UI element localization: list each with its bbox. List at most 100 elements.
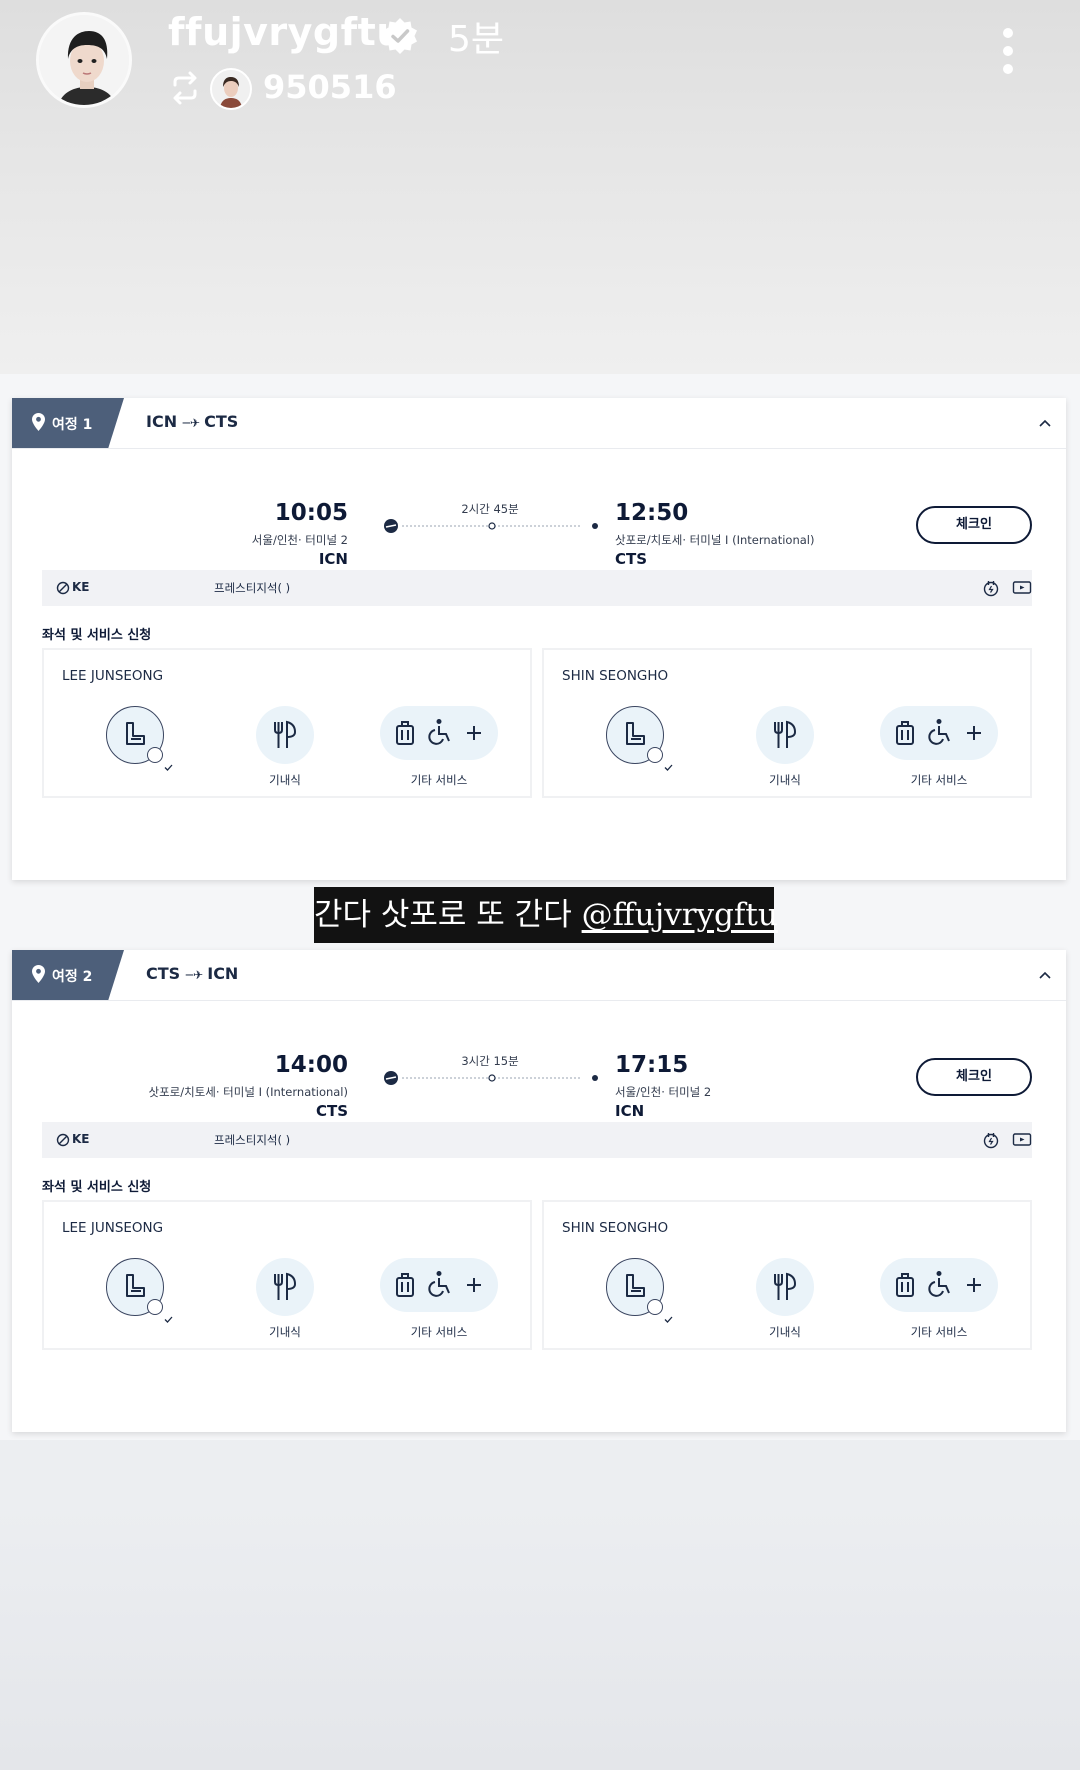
plus-icon bbox=[967, 726, 981, 740]
other-services-label: 기타 서비스 bbox=[910, 1325, 968, 1339]
airline-logo-icon bbox=[56, 581, 70, 595]
leg-tab: 여정 2 bbox=[12, 950, 124, 1000]
departure-code: CTS bbox=[315, 1102, 348, 1120]
meal-label: 기내식 bbox=[269, 773, 301, 787]
leg-label: 여정 1 bbox=[52, 417, 93, 433]
seat-service-title: 좌석 및 서비스 신청 bbox=[42, 1180, 152, 1195]
checkin-button[interactable]: 체크인 bbox=[916, 1058, 1032, 1096]
location-pin-icon bbox=[32, 413, 45, 431]
flight-card-leg-2: 여정 2 CTS ─✈ ICN 14:00 삿포로/치토세· 터미널 I (In… bbox=[12, 950, 1066, 1432]
departure-terminal: 삿포로/치토세· 터미널 I (International) bbox=[148, 1085, 348, 1099]
luggage-icon bbox=[896, 1273, 914, 1297]
seat-service-title: 좌석 및 서비스 신청 bbox=[42, 628, 152, 643]
story-caption: 간다 삿포로 또 간다 @ffujvrygftu bbox=[314, 887, 778, 943]
leg-tab: 여정 1 bbox=[12, 398, 124, 448]
repost-icon bbox=[168, 70, 202, 106]
route: CTS ─✈ ICN bbox=[146, 964, 238, 983]
plus-icon bbox=[967, 1278, 981, 1292]
flight-card-leg-1: 여정 1 ICN ─✈ CTS 10:05 서울/인천· 터미널 2 ICN 2… bbox=[12, 398, 1066, 880]
meal-button[interactable] bbox=[756, 1258, 814, 1316]
passenger-name: SHIN SEONGHO bbox=[562, 668, 669, 684]
airline-logo-icon bbox=[56, 1133, 70, 1147]
profile-avatar[interactable] bbox=[36, 12, 132, 108]
seat-icon bbox=[126, 1274, 145, 1297]
passenger-name: SHIN SEONGHO bbox=[562, 1220, 669, 1236]
entertainment-screen-icon bbox=[1012, 1133, 1032, 1146]
location-pin-icon bbox=[32, 965, 45, 983]
route-destination: ICN bbox=[207, 964, 239, 983]
passenger-name: LEE JUNSEONG bbox=[62, 1220, 164, 1236]
fork-knife-icon bbox=[774, 720, 797, 748]
arrival-terminal: 삿포로/치토세· 터미널 I (International) bbox=[615, 533, 815, 547]
verified-badge-icon bbox=[380, 16, 420, 56]
seat-icon bbox=[626, 1274, 645, 1297]
check-circle-icon bbox=[147, 747, 173, 771]
other-services-button[interactable] bbox=[380, 706, 498, 760]
passenger-panel: SHIN SEONGHO 기내식 기타 서비스 bbox=[542, 1200, 1032, 1350]
meal-button[interactable] bbox=[756, 706, 814, 764]
seat-select-button[interactable] bbox=[606, 1258, 673, 1323]
fork-knife-icon bbox=[274, 720, 297, 748]
seat-select-button[interactable] bbox=[606, 706, 673, 771]
seat-select-button[interactable] bbox=[106, 1258, 173, 1323]
post-time: 5분 bbox=[448, 19, 505, 60]
caption-text: 간다 삿포로 또 간다 bbox=[314, 897, 572, 933]
plane-arrow-icon: ─✈ bbox=[182, 416, 205, 430]
card-header: 여정 1 ICN ─✈ CTS bbox=[12, 398, 1066, 449]
luggage-icon bbox=[396, 721, 414, 745]
checkin-button[interactable]: 체크인 bbox=[916, 506, 1032, 544]
other-services-button[interactable] bbox=[880, 1258, 998, 1312]
seat-class: 프레스티지석( ) bbox=[214, 1133, 291, 1147]
other-services-label: 기타 서비스 bbox=[910, 773, 968, 787]
departure-code: ICN bbox=[318, 550, 348, 568]
passenger-name: LEE JUNSEONG bbox=[62, 668, 164, 684]
other-services-button[interactable] bbox=[880, 706, 998, 760]
departure-time: 14:00 bbox=[274, 1052, 348, 1078]
route-origin: CTS bbox=[146, 964, 181, 983]
other-services-button[interactable] bbox=[380, 1258, 498, 1312]
original-poster-username[interactable]: 950516 bbox=[263, 68, 397, 106]
flight-info-bar: KE 프레스티지석( ) bbox=[42, 1122, 1032, 1158]
power-outlet-icon bbox=[983, 1133, 999, 1149]
flight-timeline bbox=[384, 1071, 598, 1085]
wheelchair-icon bbox=[928, 1271, 950, 1297]
departure-time: 10:05 bbox=[274, 500, 348, 526]
flight-timeline bbox=[384, 519, 598, 533]
other-services-label: 기타 서비스 bbox=[410, 1325, 468, 1339]
arrival-time: 12:50 bbox=[615, 500, 689, 526]
power-outlet-icon bbox=[983, 581, 999, 597]
arrival-code: CTS bbox=[615, 550, 648, 568]
caption-mention[interactable]: @ffujvrygftu bbox=[582, 897, 778, 933]
seat-select-button[interactable] bbox=[106, 706, 173, 771]
arrival-terminal: 서울/인천· 터미널 2 bbox=[615, 1085, 712, 1099]
flight-duration: 2시간 45분 bbox=[461, 502, 519, 516]
route-destination: CTS bbox=[204, 412, 239, 431]
meal-button[interactable] bbox=[256, 706, 314, 764]
check-circle-icon bbox=[647, 747, 673, 771]
other-services-label: 기타 서비스 bbox=[410, 773, 468, 787]
passenger-panel: LEE JUNSEONG 기내식 기타 서비스 bbox=[42, 1200, 532, 1350]
flight-duration: 3시간 15분 bbox=[461, 1054, 519, 1068]
entertainment-screen-icon bbox=[1012, 581, 1032, 594]
seat-icon bbox=[626, 722, 645, 745]
leg-label: 여정 2 bbox=[52, 969, 93, 985]
passenger-panel: SHIN SEONGHO 기내식 기타 서비스 bbox=[542, 648, 1032, 798]
chevron-up-icon[interactable] bbox=[1038, 416, 1052, 430]
check-circle-icon bbox=[147, 1299, 173, 1323]
airline-code: KE bbox=[72, 1132, 90, 1146]
more-options-icon[interactable] bbox=[996, 28, 1020, 84]
meal-label: 기내식 bbox=[769, 773, 801, 787]
wheelchair-icon bbox=[428, 719, 450, 745]
username[interactable]: ffujvrygftu bbox=[168, 10, 404, 54]
original-poster-avatar[interactable] bbox=[210, 68, 252, 110]
chevron-up-icon[interactable] bbox=[1038, 968, 1052, 982]
plus-icon bbox=[467, 726, 481, 740]
wheelchair-icon bbox=[928, 719, 950, 745]
meal-label: 기내식 bbox=[769, 1325, 801, 1339]
flight-info-bar: KE 프레스티지석( ) bbox=[42, 570, 1032, 606]
luggage-icon bbox=[396, 1273, 414, 1297]
fork-knife-icon bbox=[774, 1272, 797, 1300]
passenger-panel: LEE JUNSEONG 기내식 기타 서비스 bbox=[42, 648, 532, 798]
route: ICN ─✈ CTS bbox=[146, 412, 238, 431]
meal-button[interactable] bbox=[256, 1258, 314, 1316]
